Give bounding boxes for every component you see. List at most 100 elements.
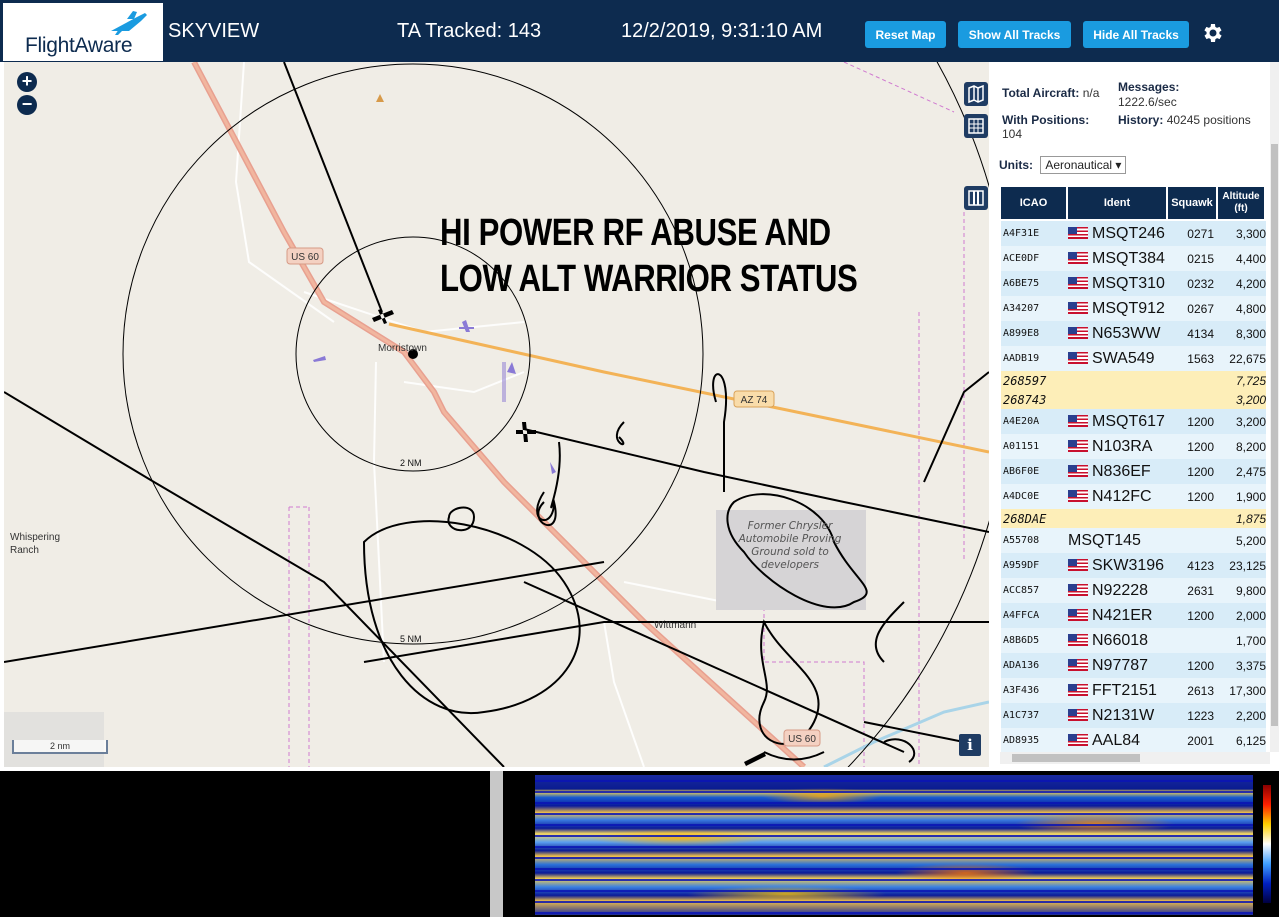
altitude-cell: 17,300 <box>1218 678 1266 703</box>
zoom-out-button[interactable]: − <box>17 95 37 115</box>
columns-icon[interactable] <box>964 186 988 210</box>
altitude-cell-text: 8,200 <box>1235 439 1266 454</box>
squawk-cell-text: 0267 <box>1187 301 1214 316</box>
altitude-cell-text: 2,475 <box>1235 464 1266 479</box>
ident-cell: MSQT617 <box>1068 409 1168 434</box>
table-row[interactable]: A01151 N103RA 1200 8,200 <box>1001 434 1266 459</box>
table-row[interactable]: A899E8 N653WW 4134 8,300 <box>1001 321 1266 346</box>
ring-label-5nm: 5 NM <box>400 634 422 644</box>
table-row[interactable]: A4FFCA N421ER 1200 2,000 <box>1001 603 1266 628</box>
us-flag-icon <box>1068 584 1088 597</box>
squawk-cell-text: 0232 <box>1187 276 1214 291</box>
table-row[interactable]: A34207 MSQT912 0267 4,800 <box>1001 296 1266 321</box>
with-positions-label: With Positions: <box>1002 113 1090 127</box>
table-row[interactable]: A6BE75 MSQT310 0232 4,200 <box>1001 271 1266 296</box>
squawk-cell: 0232 <box>1168 271 1218 296</box>
squawk-cell-text: 1563 <box>1187 351 1214 366</box>
squawk-cell: 1200 <box>1168 434 1218 459</box>
ident-cell-text: SKW3196 <box>1092 556 1165 574</box>
table-row[interactable]: A8B6D5 N66018 1,700 <box>1001 628 1266 653</box>
table-row[interactable]: A55708 MSQT145 5,200 <box>1001 528 1266 553</box>
altitude-cell-text: 8,300 <box>1235 326 1266 341</box>
show-all-tracks-button[interactable]: Show All Tracks <box>958 21 1071 48</box>
icao-cell-text: ACC857 <box>1003 585 1040 596</box>
icao-cell: ACC857 <box>1001 578 1068 603</box>
total-aircraft-label: Total Aircraft: <box>1002 86 1080 100</box>
altitude-cell-text: 5,200 <box>1235 533 1266 548</box>
horizontal-scrollbar[interactable] <box>1000 752 1270 764</box>
us-flag-icon <box>1068 352 1088 365</box>
col-icao[interactable]: ICAO <box>1001 187 1068 221</box>
ident-cell-text: N412FC <box>1092 487 1152 505</box>
altitude-cell-text: 2,000 <box>1235 608 1266 623</box>
table-row[interactable]: A4E20A MSQT617 1200 3,200 <box>1001 409 1266 434</box>
table-row[interactable]: ADA136 N97787 1200 3,375 <box>1001 653 1266 678</box>
ident-cell-text: MSQT617 <box>1092 412 1165 430</box>
squawk-cell: 1563 <box>1168 346 1218 371</box>
altitude-cell: 2,000 <box>1218 603 1266 628</box>
hscrollbar-thumb[interactable] <box>1012 754 1140 762</box>
col-squawk[interactable]: Squawk <box>1168 187 1218 221</box>
ident-cell: N2131W <box>1068 703 1168 728</box>
ident-cell-text: MSQT912 <box>1092 299 1165 317</box>
col-ident[interactable]: Ident <box>1068 187 1168 221</box>
ident-cell: N103RA <box>1068 434 1168 459</box>
icao-cell: A55708 <box>1001 528 1068 553</box>
ident-cell <box>1068 390 1168 409</box>
squawk-cell: 0215 <box>1168 246 1218 271</box>
squawk-cell <box>1168 509 1218 528</box>
icao-cell-text: A55708 <box>1003 535 1040 546</box>
map-label-proving-ground: Former Chrysler Automobile Proving Groun… <box>738 520 842 571</box>
reset-map-button[interactable]: Reset Map <box>865 21 946 48</box>
table-row[interactable]: A1C737 N2131W 1223 2,200 <box>1001 703 1266 728</box>
table-row[interactable]: AB6F0E N836EF 1200 2,475 <box>1001 459 1266 484</box>
table-row[interactable]: AADB19 SWA549 1563 22,675 <box>1001 346 1266 371</box>
info-button[interactable]: i <box>959 734 981 756</box>
table-row[interactable]: A4DC0E N412FC 1200 1,900 <box>1001 484 1266 509</box>
altitude-cell: 2,475 <box>1218 459 1266 484</box>
gear-icon[interactable] <box>1200 21 1224 45</box>
squawk-cell: 1200 <box>1168 484 1218 509</box>
col-altitude[interactable]: Altitude (ft) <box>1218 187 1266 221</box>
icao-cell: A4DC0E <box>1001 484 1068 509</box>
map-view[interactable]: US 60 AZ 74 US 60 Morristown Wittmann 2 … <box>4 62 989 767</box>
squawk-cell: 0267 <box>1168 296 1218 321</box>
ident-cell: MSQT912 <box>1068 296 1168 321</box>
scrollbar-thumb[interactable] <box>1271 144 1278 726</box>
table-row[interactable]: AD8935 AAL84 2001 6,125 <box>1001 728 1266 752</box>
squawk-cell: 2613 <box>1168 678 1218 703</box>
altitude-cell: 22,675 <box>1218 346 1266 371</box>
units-select[interactable]: Aeronautical ▾ <box>1040 156 1127 174</box>
table-row[interactable]: ACC857 N92228 2631 9,800 <box>1001 578 1266 603</box>
icao-cell: AADB19 <box>1001 346 1068 371</box>
flightaware-logo[interactable]: FlightAware <box>3 3 163 61</box>
ident-cell: N653WW <box>1068 321 1168 346</box>
table-row[interactable]: 268743 3,200 <box>1001 390 1266 409</box>
table-row[interactable]: A3F436 FFT2151 2613 17,300 <box>1001 678 1266 703</box>
panel-divider <box>490 771 503 917</box>
hide-all-tracks-button[interactable]: Hide All Tracks <box>1083 21 1189 48</box>
squawk-cell <box>1168 528 1218 553</box>
squawk-cell: 1200 <box>1168 603 1218 628</box>
map-layers-icon[interactable] <box>964 82 988 106</box>
us-flag-icon <box>1068 709 1088 722</box>
table-row[interactable]: 268597 7,725 <box>1001 371 1266 390</box>
icao-cell-text: 268743 <box>1003 392 1047 407</box>
ident-cell: AAL84 <box>1068 728 1168 752</box>
table-row[interactable]: ACE0DF MSQT384 0215 4,400 <box>1001 246 1266 271</box>
altitude-cell-text: 3,200 <box>1235 414 1266 429</box>
ident-cell-text: N653WW <box>1092 324 1161 342</box>
map-label-az74: AZ 74 <box>741 395 768 406</box>
squawk-cell: 1200 <box>1168 653 1218 678</box>
table-row[interactable]: A4F31E MSQT246 0271 3,300 <box>1001 221 1266 246</box>
grid-icon[interactable] <box>964 114 988 138</box>
vertical-scrollbar[interactable] <box>1270 62 1279 752</box>
icao-cell: ADA136 <box>1001 653 1068 678</box>
icao-cell-text: AADB19 <box>1003 353 1040 364</box>
squawk-cell-text: 1200 <box>1187 414 1214 429</box>
logo-text: FlightAware <box>25 34 133 57</box>
altitude-cell: 9,800 <box>1218 578 1266 603</box>
zoom-in-button[interactable]: + <box>17 72 37 92</box>
table-row[interactable]: A959DF SKW3196 4123 23,125 <box>1001 553 1266 578</box>
table-row[interactable]: 268DAE 1,875 <box>1001 509 1266 528</box>
